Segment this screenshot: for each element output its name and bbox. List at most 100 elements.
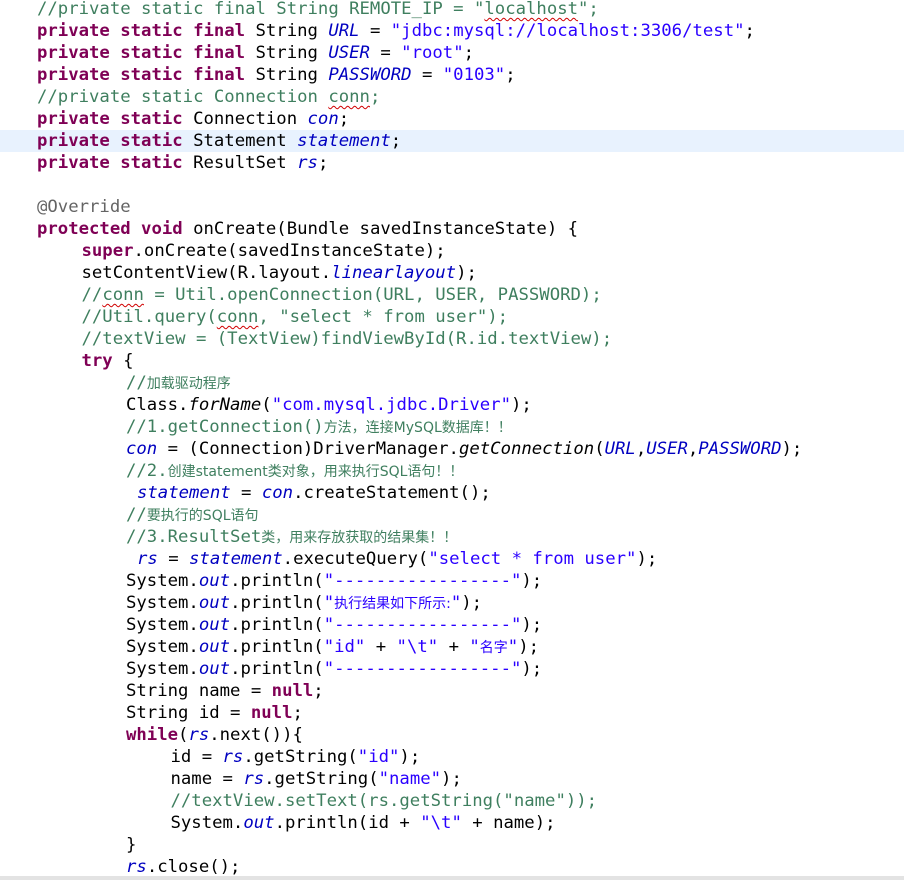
code-line[interactable]: System.out.println("-----------------"); xyxy=(0,614,904,636)
code-line[interactable]: //2.创建statement类对象，用来执行SQL语句！！ xyxy=(0,460,904,482)
code-token: 创建statement类对象，用来执行SQL语句！！ xyxy=(167,464,464,480)
code-line[interactable]: String id = null; xyxy=(0,702,904,724)
code-token: 类，用来存放获取的结果集！！ xyxy=(261,530,458,546)
code-token: ); xyxy=(636,549,658,569)
code-line[interactable]: while(rs.next()){ xyxy=(0,724,904,746)
code-token: = xyxy=(230,483,262,503)
code-token: private static final xyxy=(37,21,246,41)
code-token: .getString( xyxy=(243,747,358,767)
code-line[interactable]: System.out.println("id" + "\t" + "名字"); xyxy=(0,636,904,658)
code-token: .onCreate(savedInstanceState); xyxy=(133,241,446,261)
code-token: "\t" xyxy=(420,813,462,833)
code-line[interactable]: protected void onCreate(Bundle savedInst… xyxy=(0,218,904,240)
code-token: out xyxy=(198,659,231,679)
code-token: System. xyxy=(126,637,199,657)
code-line[interactable] xyxy=(0,174,904,196)
code-token: private static final xyxy=(37,65,246,85)
code-line[interactable]: rs.close(); xyxy=(0,856,904,878)
code-line[interactable]: rs = statement.executeQuery("select * fr… xyxy=(0,548,904,570)
code-token: ); xyxy=(399,747,421,767)
code-token: 加载驱动程序 xyxy=(146,376,231,392)
code-token: //3.ResultSet xyxy=(126,527,262,547)
code-line[interactable]: String name = null; xyxy=(0,680,904,702)
code-token: 执行结果如下所示: xyxy=(334,596,451,612)
code-token: ); xyxy=(441,769,462,789)
code-token: Class. xyxy=(126,395,189,415)
code-line[interactable]: //private static final String REMOTE_IP … xyxy=(0,0,904,20)
code-line[interactable]: private static final String URL = "jdbc:… xyxy=(0,20,904,42)
code-line[interactable]: System.out.println("执行结果如下所示:"); xyxy=(0,592,904,614)
code-token: statement xyxy=(137,483,231,503)
code-token: } xyxy=(126,835,137,855)
code-line[interactable]: //textView.setText(rs.getString("name"))… xyxy=(0,790,904,812)
code-line[interactable]: setContentView(R.layout.linearlayout); xyxy=(0,262,904,284)
horizontal-scrollbar-track[interactable] xyxy=(0,876,904,880)
code-line[interactable]: //加载驱动程序 xyxy=(0,372,904,394)
code-token: linearlayout xyxy=(331,263,457,283)
code-line[interactable]: //要执行的SQL语句 xyxy=(0,504,904,526)
code-token: ; xyxy=(505,65,516,85)
code-line[interactable]: id = rs.getString("id"); xyxy=(0,746,904,768)
code-token: "; xyxy=(578,0,599,19)
code-token: ( xyxy=(261,395,272,415)
code-token: + xyxy=(365,637,397,657)
code-line[interactable]: Class.forName("com.mysql.jdbc.Driver"); xyxy=(0,394,904,416)
code-token: = (Connection)DriverManager. xyxy=(157,439,459,459)
code-token: " xyxy=(323,593,335,613)
code-token: System. xyxy=(126,659,199,679)
code-token: statement xyxy=(189,549,283,569)
code-token: out xyxy=(198,615,231,635)
code-token: con xyxy=(126,439,158,459)
code-line[interactable]: private static Statement statement; xyxy=(0,130,904,152)
code-line[interactable]: //1.getConnection()方法，连接MySQL数据库！！ xyxy=(0,416,904,438)
code-token: getConnection xyxy=(458,439,595,459)
code-line[interactable]: private static Connection con; xyxy=(0,108,904,130)
code-line[interactable]: private static ResultSet rs; xyxy=(0,152,904,174)
code-token: "-----------------" xyxy=(323,571,522,591)
code-line[interactable]: @Override xyxy=(0,196,904,218)
code-token: con xyxy=(261,483,294,503)
code-token: out xyxy=(198,571,231,591)
code-line[interactable]: try { xyxy=(0,350,904,372)
code-line[interactable]: private static final String USER = "root… xyxy=(0,42,904,64)
code-token: .println( xyxy=(230,571,324,591)
code-token: conn xyxy=(102,285,144,305)
code-line[interactable]: statement = con.createStatement(); xyxy=(0,482,904,504)
code-line[interactable]: private static final String PASSWORD = "… xyxy=(0,64,904,86)
code-token: ( xyxy=(178,725,189,745)
code-line[interactable]: name = rs.getString("name"); xyxy=(0,768,904,790)
code-token: ; xyxy=(390,131,402,151)
code-token: "select * from user" xyxy=(428,549,637,569)
code-line[interactable]: con = (Connection)DriverManager.getConne… xyxy=(0,438,904,460)
code-token: conn xyxy=(216,307,259,327)
code-line[interactable]: System.out.println("-----------------"); xyxy=(0,570,904,592)
code-line[interactable]: super.onCreate(savedInstanceState); xyxy=(0,240,904,262)
code-line[interactable]: //textView = (TextView)findViewById(R.id… xyxy=(0,328,904,350)
code-token: .println( xyxy=(230,637,324,657)
code-token: "jdbc:mysql://localhost:3306/test" xyxy=(390,21,745,41)
code-token: = Util.openConnection(URL, USER, PASSWOR… xyxy=(143,285,602,305)
code-line[interactable]: //private static Connection conn; xyxy=(0,86,904,108)
code-token: ; xyxy=(338,109,350,129)
code-line[interactable]: } xyxy=(0,834,904,856)
code-token: .println( xyxy=(230,593,324,613)
code-token: //textView = (TextView)findViewById(R.id… xyxy=(81,329,613,349)
code-token: String xyxy=(245,21,329,41)
code-line[interactable]: //Util.query(conn, "select * from user")… xyxy=(0,306,904,328)
code-line[interactable]: System.out.println(id + "\t" + name); xyxy=(0,812,904,834)
code-token: " xyxy=(469,637,480,657)
code-token: ); xyxy=(518,637,540,657)
code-token: = xyxy=(157,549,190,569)
code-token: ); xyxy=(521,615,543,635)
code-token: ; xyxy=(292,703,303,723)
code-token: // xyxy=(81,285,103,305)
code-line[interactable]: //conn = Util.openConnection(URL, USER, … xyxy=(0,284,904,306)
code-line[interactable]: //3.ResultSet类，用来存放获取的结果集！！ xyxy=(0,526,904,548)
code-editor[interactable]: //private static final String REMOTE_IP … xyxy=(0,0,904,880)
code-line[interactable]: System.out.println("-----------------"); xyxy=(0,658,904,680)
code-token: private static xyxy=(37,131,183,151)
code-token: @Override xyxy=(37,197,131,217)
code-token: id = xyxy=(170,747,223,767)
code-token: //private static final String REMOTE_IP … xyxy=(37,0,485,19)
code-token: 名字 xyxy=(479,640,508,656)
